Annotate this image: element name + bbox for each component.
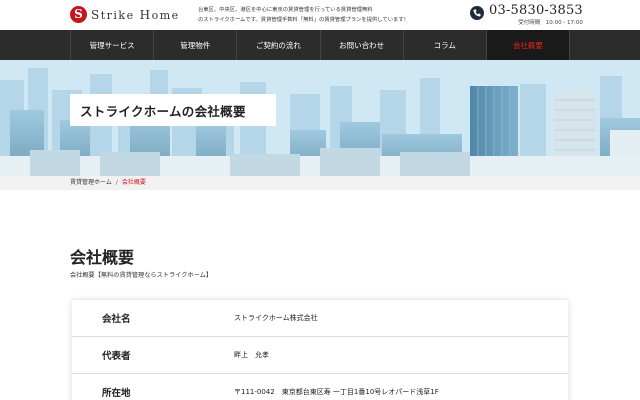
page-subtitle: 会社概要【無料の賃貸管理ならストライクホーム】 [70,272,213,279]
company-info-table: 会社名 ストライクホーム株式会社 代表者 畔上 允孝 所在地 〒111-0042… [72,300,568,400]
hero-banner: ストライクホームの会社概要 [0,60,640,176]
row-label: 会社名 [102,314,131,325]
table-row: 会社名 ストライクホーム株式会社 [72,300,568,337]
phone-icon [470,6,484,20]
header-phone[interactable]: 03-5830-3853 受付時間 10:00 - 17:00 [470,3,583,27]
row-label: 所在地 [102,388,131,399]
breadcrumb: 賃貸管理ホーム / 会社概要 [0,176,640,190]
phone-number[interactable]: 03-5830-3853 [489,3,583,19]
row-value: 畔上 允孝 [234,351,269,359]
row-value: 〒111-0042 東京都台東区寿 一丁目1番10号レオパード浅草1F [234,388,439,396]
breadcrumb-current: 会社概要 [121,179,146,186]
hero-title: ストライクホームの会社概要 [70,94,276,126]
nav-item-contact[interactable]: お問い合わせ [321,30,404,60]
page-title: 会社概要 [70,248,135,267]
logo-text: Strike Home [91,7,180,22]
header-tagline: 台東区、中央区、港区を中心に東京の賃貸管理を行っている賃貸管理無料 のストライク… [198,7,409,23]
logo-mark: S [70,6,87,23]
site-header: S Strike Home 台東区、中央区、港区を中心に東京の賃貸管理を行ってい… [0,0,640,30]
row-value: ストライクホーム株式会社 [234,314,318,322]
business-hours: 受付時間 10:00 - 17:00 [518,20,583,26]
nav-item-contract-flow[interactable]: ご契約の流れ [237,30,321,60]
main-nav: 管理サービス 管理物件 ご契約の流れ お問い合わせ コラム 会社概要 [0,30,640,60]
nav-item-management-service[interactable]: 管理サービス [71,30,155,60]
table-row: 所在地 〒111-0042 東京都台東区寿 一丁目1番10号レオパード浅草1F [72,374,568,400]
breadcrumb-separator: / [115,179,118,186]
nav-item-column[interactable]: コラム [404,30,487,60]
site-logo[interactable]: S Strike Home [70,6,180,23]
row-label: 代表者 [102,351,131,362]
table-row: 代表者 畔上 允孝 [72,337,568,374]
nav-item-company-overview[interactable]: 会社概要 [486,30,571,60]
nav-item-managed-properties[interactable]: 管理物件 [154,30,238,60]
breadcrumb-home-link[interactable]: 賃貸管理ホーム [70,179,112,186]
